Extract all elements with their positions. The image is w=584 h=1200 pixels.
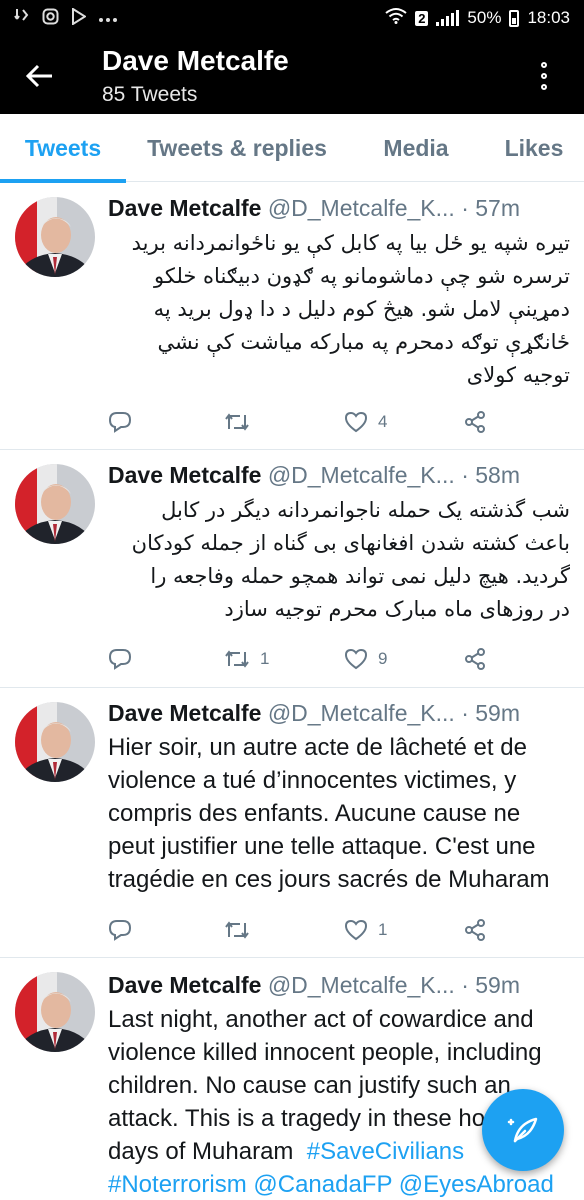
like-count: 4 bbox=[378, 412, 388, 431]
reply-icon bbox=[108, 920, 132, 941]
profile-header: Dave Metcalfe 85 Tweets bbox=[0, 36, 584, 114]
tweet[interactable]: Dave Metcalfe @D_Metcalfe_K... · 58m شب … bbox=[0, 450, 584, 688]
heart-icon bbox=[344, 411, 368, 433]
reply-button[interactable] bbox=[108, 913, 132, 947]
retweet-button[interactable] bbox=[224, 405, 260, 439]
heart-icon bbox=[344, 648, 368, 670]
profile-photo bbox=[15, 464, 95, 544]
author-name[interactable]: Dave Metcalfe bbox=[108, 462, 261, 488]
tweet[interactable]: Dave Metcalfe @D_Metcalfe_K... · 59m Las… bbox=[0, 958, 584, 1200]
like-count: 1 bbox=[378, 920, 388, 939]
like-button[interactable]: 1 bbox=[344, 913, 387, 947]
reply-button[interactable] bbox=[108, 405, 132, 439]
author-name[interactable]: Dave Metcalfe bbox=[108, 700, 261, 726]
tab-likes[interactable]: Likes bbox=[484, 114, 584, 182]
avatar[interactable] bbox=[15, 464, 95, 544]
tweet[interactable]: Dave Metcalfe @D_Metcalfe_K... · 59m Hie… bbox=[0, 688, 584, 958]
more-notifications-icon bbox=[98, 10, 118, 27]
retweet-icon bbox=[225, 921, 249, 939]
hashtag-link[interactable]: #SaveCivilians bbox=[307, 1138, 464, 1165]
like-button[interactable]: 4 bbox=[344, 405, 387, 439]
tweet-text: شب گذشته یک حمله ناجوانمردانه دیگر در کا… bbox=[131, 498, 570, 621]
profile-photo bbox=[15, 702, 95, 782]
tweet-time: · 59m bbox=[461, 972, 520, 998]
tab-tweets-and-replies[interactable]: Tweets & replies bbox=[126, 114, 348, 182]
author-handle[interactable]: @D_Metcalfe_K... bbox=[268, 700, 455, 726]
sim-badge: 2 bbox=[415, 10, 429, 26]
tab-media[interactable]: Media bbox=[348, 114, 484, 182]
reply-icon bbox=[108, 649, 132, 670]
back-arrow-icon bbox=[26, 64, 52, 88]
author-handle[interactable]: @D_Metcalfe_K... bbox=[268, 462, 455, 488]
avatar[interactable] bbox=[15, 972, 95, 1052]
tweet-time: · 57m bbox=[461, 195, 520, 221]
profile-photo bbox=[15, 972, 95, 1052]
profile-name: Dave Metcalfe bbox=[102, 45, 289, 76]
compose-tweet-button[interactable] bbox=[482, 1089, 564, 1171]
missed-call-icon bbox=[14, 7, 30, 29]
retweet-icon bbox=[225, 413, 249, 431]
hashtag-link[interactable]: #Noterrorism bbox=[108, 1171, 247, 1198]
tweet-actions: 1 bbox=[108, 913, 570, 947]
share-button[interactable] bbox=[464, 913, 486, 947]
instagram-icon bbox=[42, 8, 59, 29]
tab-tweets[interactable]: Tweets bbox=[0, 114, 126, 183]
overflow-menu-button[interactable] bbox=[522, 54, 566, 98]
back-button[interactable] bbox=[18, 54, 62, 98]
share-icon bbox=[465, 648, 485, 670]
avatar[interactable] bbox=[15, 702, 95, 782]
retweet-icon bbox=[225, 650, 249, 668]
author-name[interactable]: Dave Metcalfe bbox=[108, 972, 261, 998]
like-button[interactable]: 9 bbox=[344, 642, 387, 676]
tweet-text: تیره شپه یو ځل بیا په کابل کې یو ناځوانم… bbox=[131, 231, 570, 387]
profile-tabs: Tweets Tweets & replies Media Likes bbox=[0, 114, 584, 183]
share-icon bbox=[465, 919, 485, 941]
mention-link[interactable]: @CanadaFP bbox=[253, 1171, 392, 1198]
battery-percent: 50% bbox=[467, 8, 502, 27]
tweet-text: Hier soir, un autre acte de lâcheté et d… bbox=[108, 734, 550, 893]
avatar[interactable] bbox=[15, 197, 95, 277]
tweet-actions: 4 bbox=[108, 405, 570, 439]
mention-link[interactable]: @EyesAbroad bbox=[399, 1171, 554, 1198]
compose-feather-icon bbox=[507, 1117, 538, 1143]
clock: 18:03 bbox=[527, 8, 570, 27]
share-icon bbox=[465, 411, 485, 433]
share-button[interactable] bbox=[464, 642, 486, 676]
tweet-time: · 59m bbox=[461, 700, 520, 726]
tweet-actions: 1 9 bbox=[108, 642, 570, 676]
tweet-count: 85 Tweets bbox=[102, 83, 198, 106]
play-store-icon bbox=[71, 6, 87, 29]
like-count: 9 bbox=[378, 649, 388, 668]
tweet[interactable]: Dave Metcalfe @D_Metcalfe_K... · 57m تیر… bbox=[0, 183, 584, 450]
status-bar: 2 50% 18:03 bbox=[0, 0, 584, 36]
profile-photo bbox=[15, 197, 95, 277]
tweet-time: · 58m bbox=[461, 462, 520, 488]
author-handle[interactable]: @D_Metcalfe_K... bbox=[268, 195, 455, 221]
battery-icon bbox=[509, 9, 520, 27]
author-name[interactable]: Dave Metcalfe bbox=[108, 195, 261, 221]
retweet-button[interactable]: 1 bbox=[224, 642, 269, 676]
wifi-icon bbox=[385, 7, 407, 29]
reply-button[interactable] bbox=[108, 642, 132, 676]
notification-icons bbox=[14, 6, 118, 29]
author-handle[interactable]: @D_Metcalfe_K... bbox=[268, 972, 455, 998]
reply-icon bbox=[108, 412, 132, 433]
share-button[interactable] bbox=[464, 405, 486, 439]
signal-icon bbox=[436, 10, 460, 26]
retweet-button[interactable] bbox=[224, 913, 260, 947]
retweet-count: 1 bbox=[260, 649, 270, 668]
more-vert-icon bbox=[541, 62, 547, 68]
heart-icon bbox=[344, 919, 368, 941]
